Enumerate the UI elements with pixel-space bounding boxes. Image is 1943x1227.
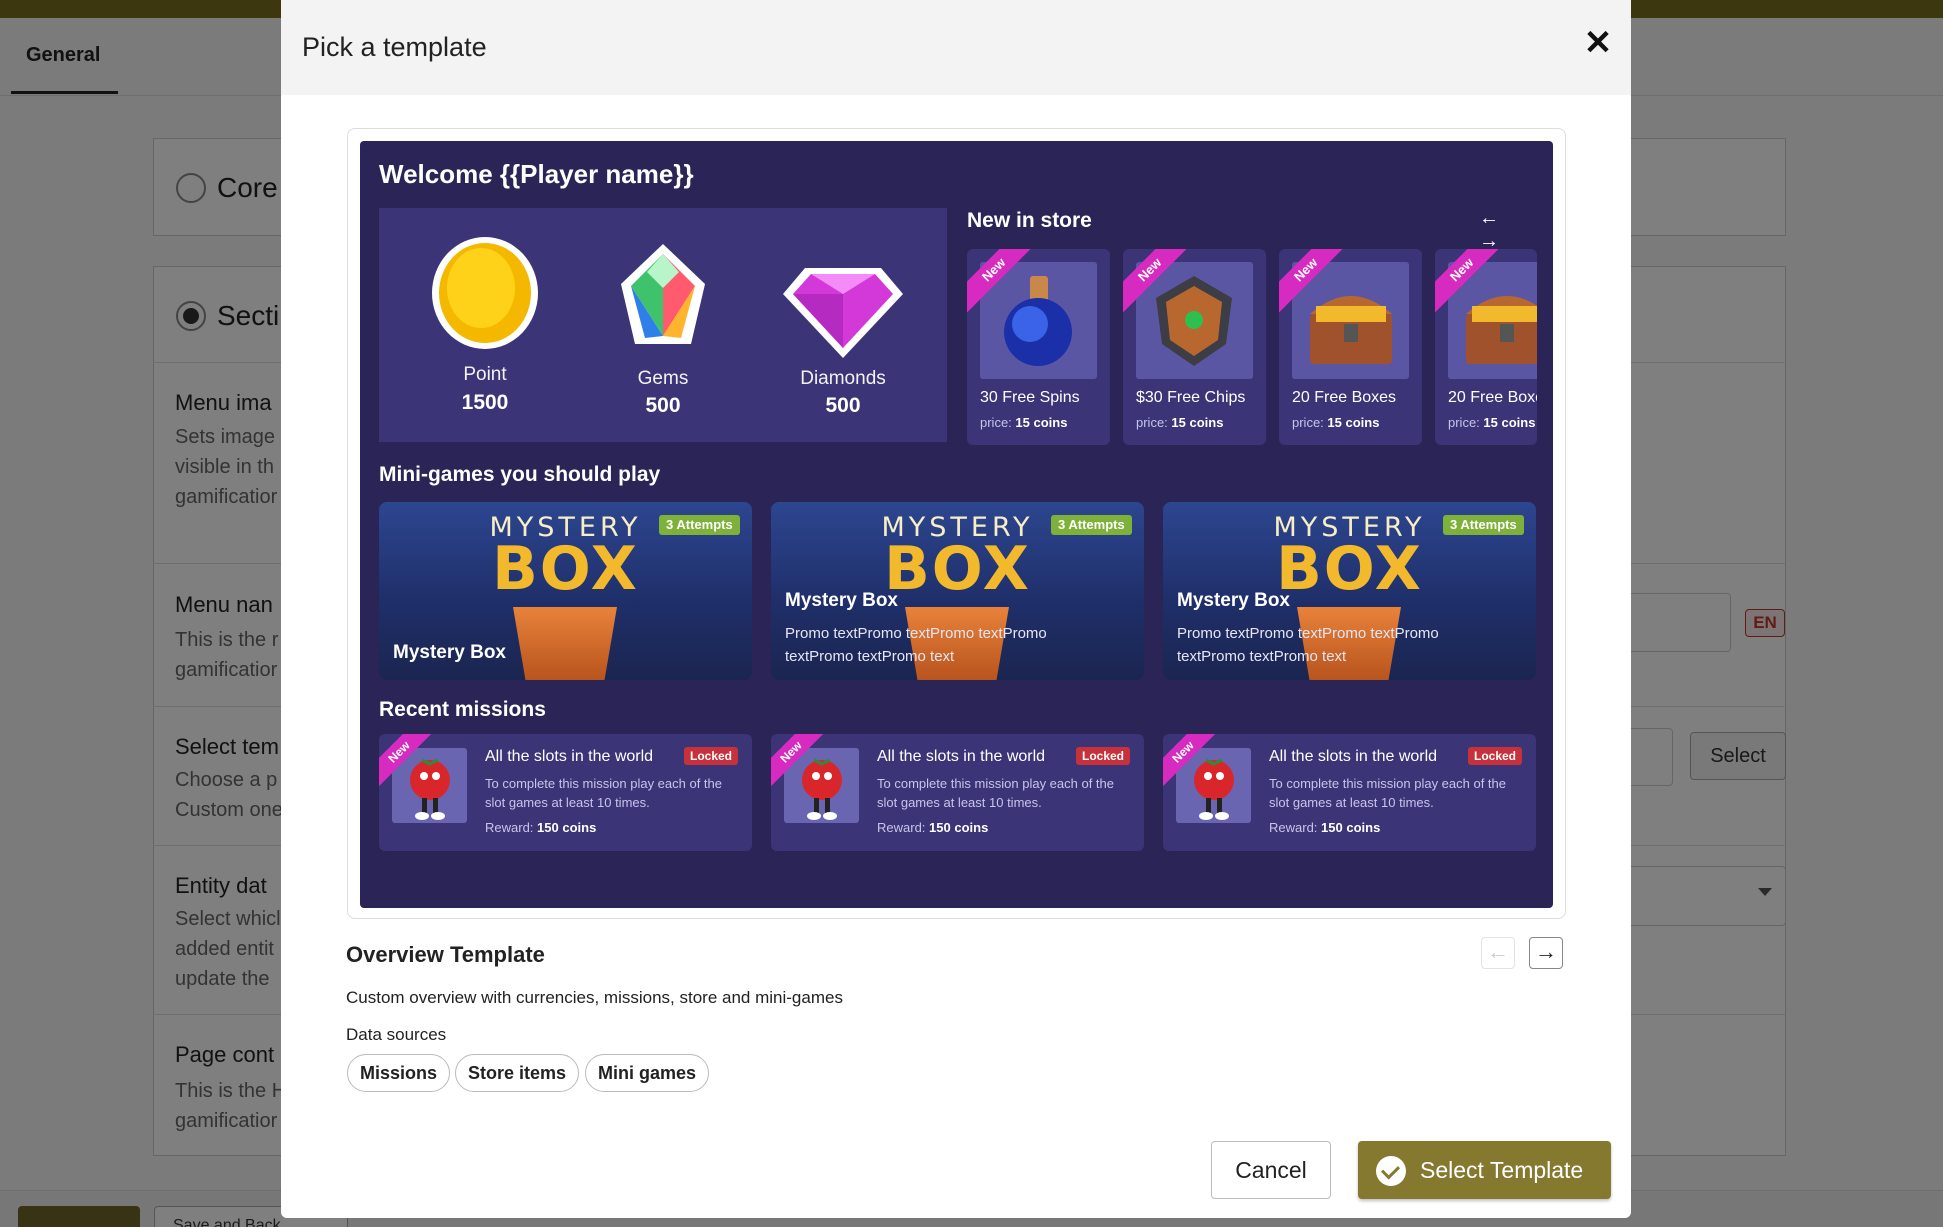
data-source-chip: Missions <box>347 1054 451 1092</box>
mission-title: All the slots in the world <box>877 748 1046 765</box>
locked-badge: Locked <box>1468 747 1523 765</box>
store-item-name: 30 Free Spins <box>980 389 1080 406</box>
mission-desc: To complete this mission play each of th… <box>485 776 723 810</box>
minigame-promo: Promo textPromo textPromo textPromo text… <box>1177 625 1439 665</box>
gems-icon <box>621 244 705 344</box>
minigame-title: Mystery Box <box>1177 590 1290 611</box>
next-template-button[interactable]: → <box>1529 937 1563 969</box>
currencies-panel: Point 1500 Gems 500 Diamonds 500 <box>379 208 947 442</box>
cancel-button[interactable]: Cancel <box>1211 1141 1331 1199</box>
mission-desc: To complete this mission play each of th… <box>1269 776 1507 810</box>
data-source-chip: Store items <box>455 1054 580 1092</box>
store-item-price: price: 15 coins <box>980 415 1068 430</box>
minigame-promo: Promo textPromo textPromo textPromo text… <box>785 625 1047 665</box>
mission-card[interactable]: New All the slots in the world Locked To… <box>1163 734 1536 851</box>
previous-template-button[interactable]: ← <box>1481 937 1515 969</box>
currency-value: 500 <box>645 394 681 417</box>
minigame-card[interactable]: MYSTERY BOX 3 Attempts Mystery Box Promo… <box>1163 502 1536 680</box>
attempts-badge: 3 Attempts <box>659 515 740 535</box>
select-template-label: Select Template <box>1420 1157 1584 1183</box>
store-item-card[interactable]: New 20 Free Boxes price: 15 coins <box>1279 249 1422 445</box>
mission-reward: Reward: 150 coins <box>877 820 989 835</box>
data-source-chip: Mini games <box>585 1054 710 1092</box>
attempts-badge: 3 Attempts <box>1051 515 1132 535</box>
diamond-icon <box>783 268 903 358</box>
mission-card[interactable]: New All the slots in the world Locked To… <box>771 734 1144 851</box>
store-item-name: $30 Free Chips <box>1136 389 1246 406</box>
missions-title: Recent missions <box>379 698 546 721</box>
store-item-price: price: 15 coins <box>1136 415 1224 430</box>
store-item-card[interactable]: New 20 Free Boxes price: 15 coins <box>1435 249 1537 445</box>
store-arrows[interactable]: ← → <box>1479 207 1553 253</box>
mission-title: All the slots in the world <box>1269 748 1438 765</box>
minigames-title: Mini-games you should play <box>379 463 661 486</box>
currency-name: Gems <box>637 368 689 389</box>
attempts-badge: 3 Attempts <box>1443 515 1524 535</box>
store-item-card[interactable]: New $30 Free Chips price: 15 coins <box>1123 249 1266 445</box>
store-item-price: price: 15 coins <box>1448 415 1536 430</box>
store-item-name: 20 Free Boxes <box>1448 389 1537 406</box>
minigame-card[interactable]: MYSTERY BOX 3 Attempts Mystery Box <box>379 502 752 680</box>
coin-icon <box>432 237 538 349</box>
template-preview: Welcome {{Player name}} Point 1500 Gems … <box>360 141 1553 908</box>
mission-title: All the slots in the world <box>485 748 654 765</box>
store-title: New in store <box>967 209 1092 232</box>
template-name: Overview Template <box>346 942 545 967</box>
currency-value: 500 <box>825 394 861 417</box>
mission-desc: To complete this mission play each of th… <box>877 776 1115 810</box>
locked-badge: Locked <box>1076 747 1131 765</box>
currency-name: Diamonds <box>800 368 886 389</box>
modal-header: Pick a template ✕ <box>281 0 1631 95</box>
check-circle-icon <box>1376 1156 1406 1186</box>
data-sources-label: Data sources <box>346 1025 447 1044</box>
store-item-price: price: 15 coins <box>1292 415 1380 430</box>
mission-reward: Reward: 150 coins <box>1269 820 1381 835</box>
template-description: Custom overview with currencies, mission… <box>346 988 843 1007</box>
template-picker-modal: Pick a template ✕ Welcome {{Player name}… <box>281 0 1631 1218</box>
minigame-card[interactable]: MYSTERY BOX 3 Attempts Mystery Box Promo… <box>771 502 1144 680</box>
welcome-heading: Welcome {{Player name}} <box>379 159 694 189</box>
modal-title: Pick a template <box>302 32 487 62</box>
currency-name: Point <box>463 364 507 385</box>
mission-reward: Reward: 150 coins <box>485 820 597 835</box>
store-item-name: 20 Free Boxes <box>1292 389 1397 406</box>
close-icon[interactable]: ✕ <box>1581 26 1615 60</box>
locked-badge: Locked <box>684 747 739 765</box>
currency-value: 1500 <box>461 391 509 414</box>
minigame-title: Mystery Box <box>393 642 506 663</box>
select-template-button[interactable]: Select Template <box>1358 1141 1611 1199</box>
store-item-card[interactable]: New 30 Free Spins price: 15 coins <box>967 249 1110 445</box>
box-text: BOX <box>492 534 639 604</box>
mission-card[interactable]: New All the slots in the world Locked To… <box>379 734 752 851</box>
gift-box-icon <box>513 607 617 680</box>
minigame-title: Mystery Box <box>785 590 898 611</box>
template-preview-frame: Welcome {{Player name}} Point 1500 Gems … <box>347 128 1566 919</box>
